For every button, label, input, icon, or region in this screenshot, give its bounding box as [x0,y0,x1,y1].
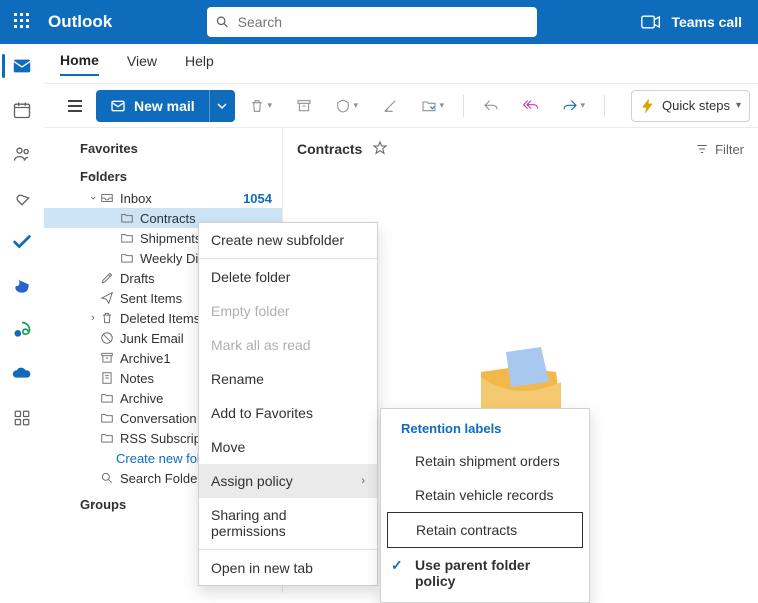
folder-icon [120,211,134,225]
toolbar: New mail ▾ ▾ ▾ ▾ Quick steps ▾ [0,84,758,128]
folder-icon [120,251,134,265]
delete-button[interactable]: ▾ [241,91,281,121]
tab-home[interactable]: Home [60,52,99,76]
use-parent-folder-policy[interactable]: ✓Use parent folder policy [381,548,589,598]
new-mail-button[interactable]: New mail [96,90,209,122]
ctx-rename[interactable]: Rename [199,362,377,396]
ctx-sharing-permissions[interactable]: Sharing and permissions [199,498,377,548]
folder-icon [100,391,114,405]
folder-context-menu: Create new subfolder Delete folder Empty… [198,222,378,586]
reply-all-button[interactable] [514,91,548,121]
ctx-delete-folder[interactable]: Delete folder [199,260,377,294]
move-button[interactable]: ▾ [413,91,453,121]
chevron-down-icon: ▾ [736,100,741,111]
new-mail-dropdown[interactable] [209,90,235,122]
report-button[interactable]: ▾ [327,91,367,121]
chevron-right-icon: › [86,142,100,154]
chevron-down-icon: › [87,191,99,205]
folder-inbox[interactable]: ›Inbox1054 [44,188,282,208]
sent-icon [100,291,114,305]
bolt-icon [640,98,656,114]
rail-onedrive[interactable] [0,352,44,396]
assign-policy-submenu: Retention labels Retain shipment orders … [380,408,590,603]
new-mail-split-button: New mail [96,90,235,122]
rail-todo[interactable] [0,220,44,264]
ctx-mark-all-read: Mark all as read [199,328,377,362]
tab-view[interactable]: View [127,53,157,75]
ctx-empty-folder: Empty folder [199,294,377,328]
separator [604,95,605,117]
topbar: Outlook Teams call [0,0,758,44]
ribbon-tabs: Home View Help [0,44,758,84]
folders-header[interactable]: ›Folders [44,164,282,188]
inbox-count: 1054 [243,191,272,206]
left-rail [0,44,44,593]
favorite-star-icon[interactable] [372,140,388,159]
retention-vehicle-records[interactable]: Retain vehicle records [381,478,589,512]
search-input[interactable] [238,14,529,30]
folder-icon [100,431,114,445]
filter-label: Filter [715,142,744,157]
mail-icon [110,98,126,114]
new-mail-label: New mail [134,98,195,114]
rail-app1[interactable] [0,264,44,308]
ctx-move[interactable]: Move [199,430,377,464]
rail-people[interactable] [0,132,44,176]
notes-icon [100,371,114,385]
drafts-icon [100,271,114,285]
tab-help[interactable]: Help [185,53,214,75]
hamburger-button[interactable] [60,91,90,121]
retention-shipment-orders[interactable]: Retain shipment orders [381,444,589,478]
sweep-button[interactable] [373,91,407,121]
folder-icon [120,231,134,245]
inbox-icon [100,191,114,205]
quick-steps-label: Quick steps [662,98,730,113]
forward-button[interactable]: ▾ [554,91,594,121]
rail-files[interactable] [0,176,44,220]
filter-button[interactable]: Filter [695,142,744,157]
brand-label: Outlook [48,12,112,32]
chevron-down-icon: › [87,169,99,183]
teams-call-button[interactable]: Teams call [631,14,752,30]
search-box[interactable] [207,7,537,37]
separator [199,549,377,550]
video-icon [641,15,661,29]
search-icon [100,471,114,485]
ctx-create-subfolder[interactable]: Create new subfolder [199,223,377,257]
retention-labels-header: Retention labels [381,413,589,444]
chevron-right-icon: › [86,312,100,324]
app-launcher-icon[interactable] [6,5,40,39]
rail-mail[interactable] [0,44,44,88]
trash-icon [100,311,114,325]
main: ›Favorites ›Folders ›Inbox1054 Contracts… [0,128,758,593]
ctx-assign-policy[interactable]: Assign policy› [199,464,377,498]
teams-call-label: Teams call [671,14,742,30]
quick-steps-button[interactable]: Quick steps ▾ [631,90,750,122]
chevron-right-icon: › [86,498,100,510]
folder-title: Contracts [297,141,362,157]
rail-app2[interactable] [0,308,44,352]
search-icon [215,14,230,30]
archive-button[interactable] [287,91,321,121]
favorites-header[interactable]: ›Favorites [44,136,282,160]
filter-icon [695,142,709,156]
junk-icon [100,331,114,345]
folder-icon [100,411,114,425]
ctx-open-new-tab[interactable]: Open in new tab [199,551,377,585]
content-header: Contracts Filter [283,128,758,170]
chevron-right-icon: › [361,475,365,487]
archive-icon [100,351,114,365]
ctx-add-favorites[interactable]: Add to Favorites [199,396,377,430]
reply-button[interactable] [474,91,508,121]
separator [463,95,464,117]
chevron-down-icon [217,101,227,111]
rail-more-apps[interactable] [0,396,44,440]
separator [199,258,377,259]
retention-contracts[interactable]: Retain contracts [387,512,583,548]
rail-calendar[interactable] [0,88,44,132]
check-icon: ✓ [391,557,403,574]
